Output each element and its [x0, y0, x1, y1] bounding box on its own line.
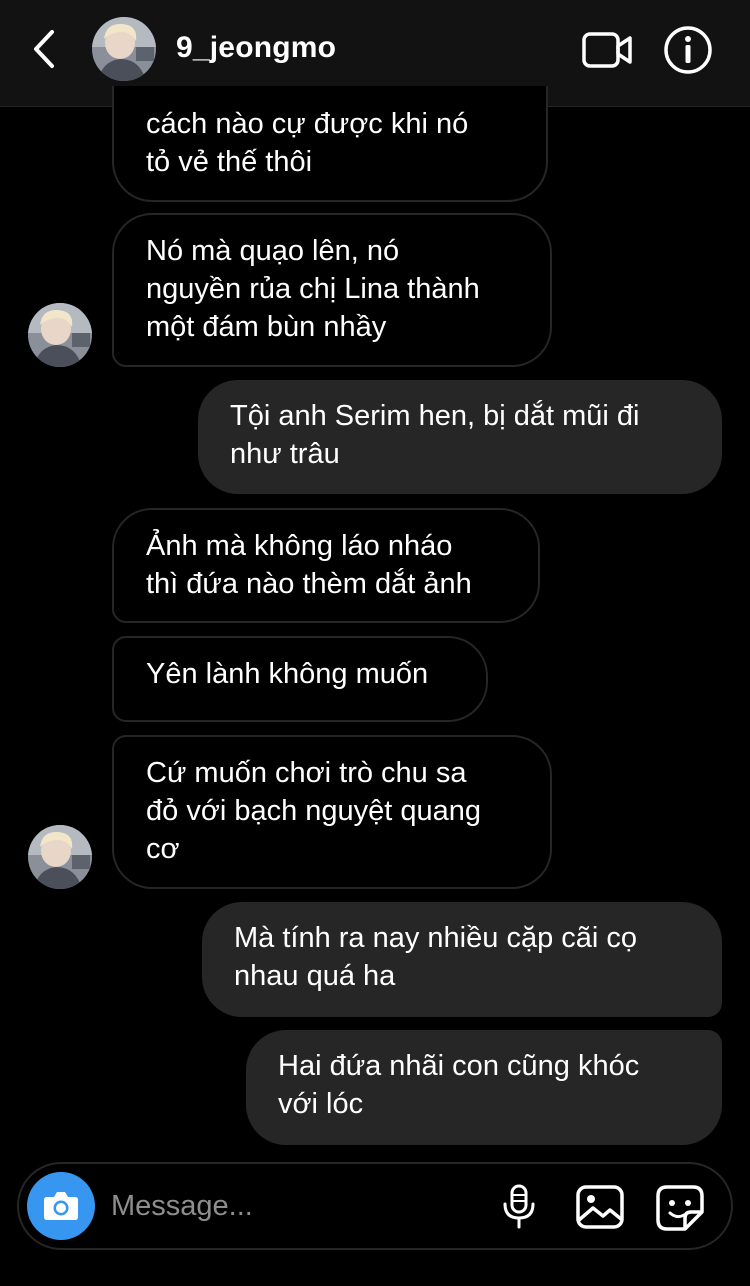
- message-incoming[interactable]: Nó mà quạo lên, nó nguyền rủa chị Lina t…: [112, 213, 552, 367]
- image-gallery-icon: [576, 1185, 624, 1229]
- sticker-button[interactable]: [655, 1184, 705, 1232]
- avatar-photo: [28, 825, 92, 889]
- gallery-button[interactable]: [575, 1184, 625, 1230]
- sticker-icon: [656, 1185, 704, 1231]
- message-outgoing[interactable]: Mà tính ra nay nhiều cặp cãi cọ nhau quá…: [202, 902, 722, 1017]
- avatar-photo: [28, 303, 92, 367]
- microphone-icon: [503, 1184, 535, 1229]
- message-incoming[interactable]: cách nào cự được khi nó tỏ vẻ thế thôi: [112, 86, 548, 202]
- avatar-photo: [92, 17, 156, 81]
- sender-avatar[interactable]: [28, 303, 92, 367]
- message-incoming[interactable]: Ảnh mà không láo nháo thì đứa nào thèm d…: [112, 508, 540, 623]
- camera-icon: [44, 1192, 78, 1220]
- message-composer: [17, 1162, 733, 1250]
- video-call-icon: [582, 32, 632, 68]
- chat-username[interactable]: 9_jeongmo: [176, 28, 336, 68]
- chevron-left-icon: [34, 30, 54, 68]
- info-button[interactable]: [662, 24, 714, 76]
- message-incoming[interactable]: Cứ muốn chơi trò chu sa đỏ với bạch nguy…: [112, 735, 552, 889]
- message-incoming[interactable]: Yên lành không muốn: [112, 636, 488, 722]
- camera-button[interactable]: [27, 1172, 95, 1240]
- back-button[interactable]: [26, 26, 66, 72]
- message-input[interactable]: [111, 1182, 481, 1230]
- sender-avatar[interactable]: [28, 825, 92, 889]
- video-call-button[interactable]: [580, 26, 636, 74]
- info-icon: [664, 26, 712, 74]
- message-outgoing[interactable]: Tội anh Serim hen, bị dắt mũi đi như trâ…: [198, 380, 722, 494]
- voice-message-button[interactable]: [499, 1184, 539, 1230]
- message-outgoing[interactable]: Hai đứa nhãi con cũng khóc với lóc: [246, 1030, 722, 1145]
- avatar[interactable]: [92, 17, 156, 81]
